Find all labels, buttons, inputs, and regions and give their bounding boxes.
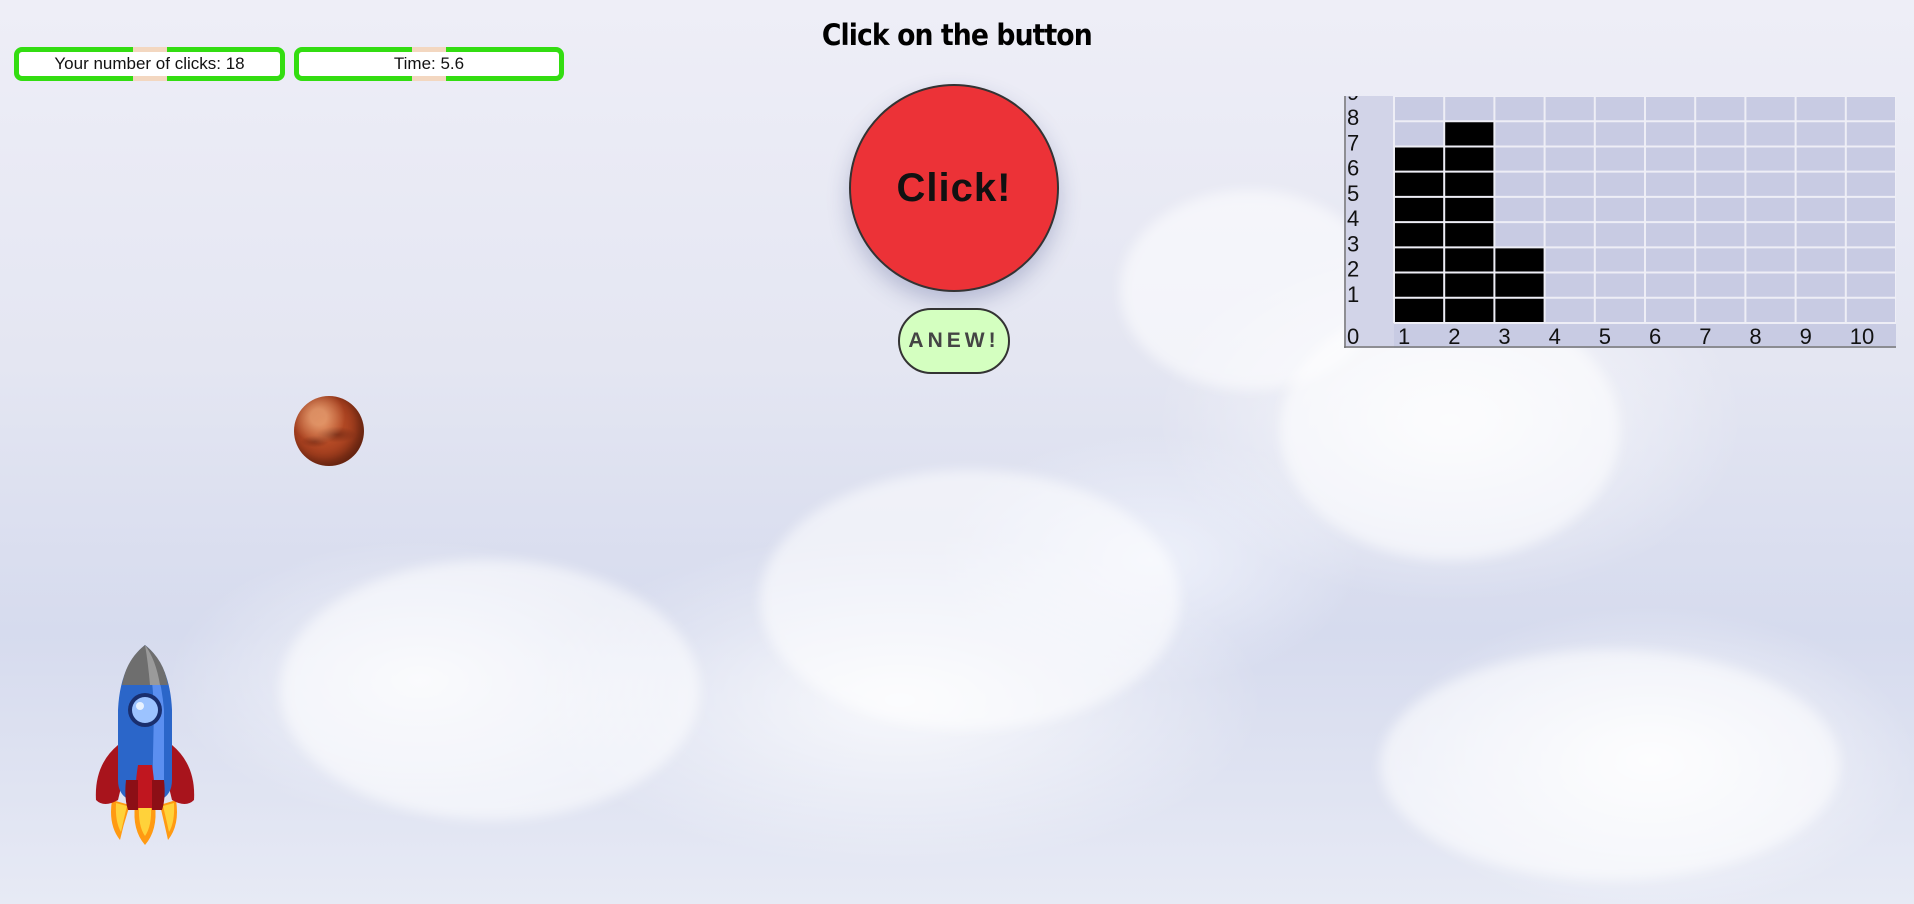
page-title: Click on the button: [821, 18, 1093, 52]
chart-x-tick-label: 7: [1699, 324, 1711, 348]
chart-y-tick-label: 1: [1347, 282, 1359, 307]
click-counter: Your number of clicks: 18: [14, 47, 285, 81]
chart-y-tick-label: 7: [1347, 130, 1359, 155]
anew-button-label: ANEW!: [908, 329, 1000, 352]
chart-bar-1: [1394, 146, 1445, 323]
chart-y-tick-label: 4: [1347, 206, 1359, 231]
cloud-decoration: [760, 470, 1180, 730]
cloud-decoration: [280, 560, 700, 820]
chart-x-tick-label: 6: [1649, 324, 1661, 348]
chart-y-tick-label: 3: [1347, 231, 1359, 256]
chart-x-tick-label: 3: [1498, 324, 1510, 348]
chart-y-tick-label: 8: [1347, 105, 1359, 130]
chart-x-tick-label: 2: [1448, 324, 1460, 348]
rocket-icon: [95, 645, 195, 845]
cloud-decoration: [1380, 650, 1840, 880]
chart-y-tick-label: 9: [1347, 96, 1359, 105]
chart-y-tick-label: 6: [1347, 156, 1359, 181]
timer-label: Time: 5.6: [393, 54, 465, 73]
chart-y-tick-label: 2: [1347, 257, 1359, 282]
chart-x-tick-label: 10: [1850, 324, 1874, 348]
click-button-label: Click!: [896, 165, 1012, 210]
chart-bar-3: [1494, 247, 1545, 323]
click-button[interactable]: Click!: [849, 84, 1059, 292]
chart-x-tick-label: 9: [1800, 324, 1812, 348]
chart-x-tick-label: 8: [1749, 324, 1761, 348]
chart-x-tick-label: 5: [1599, 324, 1611, 348]
chart-x-tick-label: 4: [1549, 324, 1561, 348]
anew-button[interactable]: ANEW!: [898, 308, 1010, 374]
click-counter-label: Your number of clicks: 18: [54, 54, 245, 73]
chart-x-tick-label: 1: [1398, 324, 1410, 348]
chart-y-tick-label: 5: [1347, 181, 1359, 206]
clicks-bar-chart: 012345678912345678910: [1344, 96, 1896, 348]
chart-y-tick-label: 0: [1347, 324, 1359, 348]
timer: Time: 5.6: [294, 47, 564, 81]
mars-planet-icon: [294, 396, 364, 466]
